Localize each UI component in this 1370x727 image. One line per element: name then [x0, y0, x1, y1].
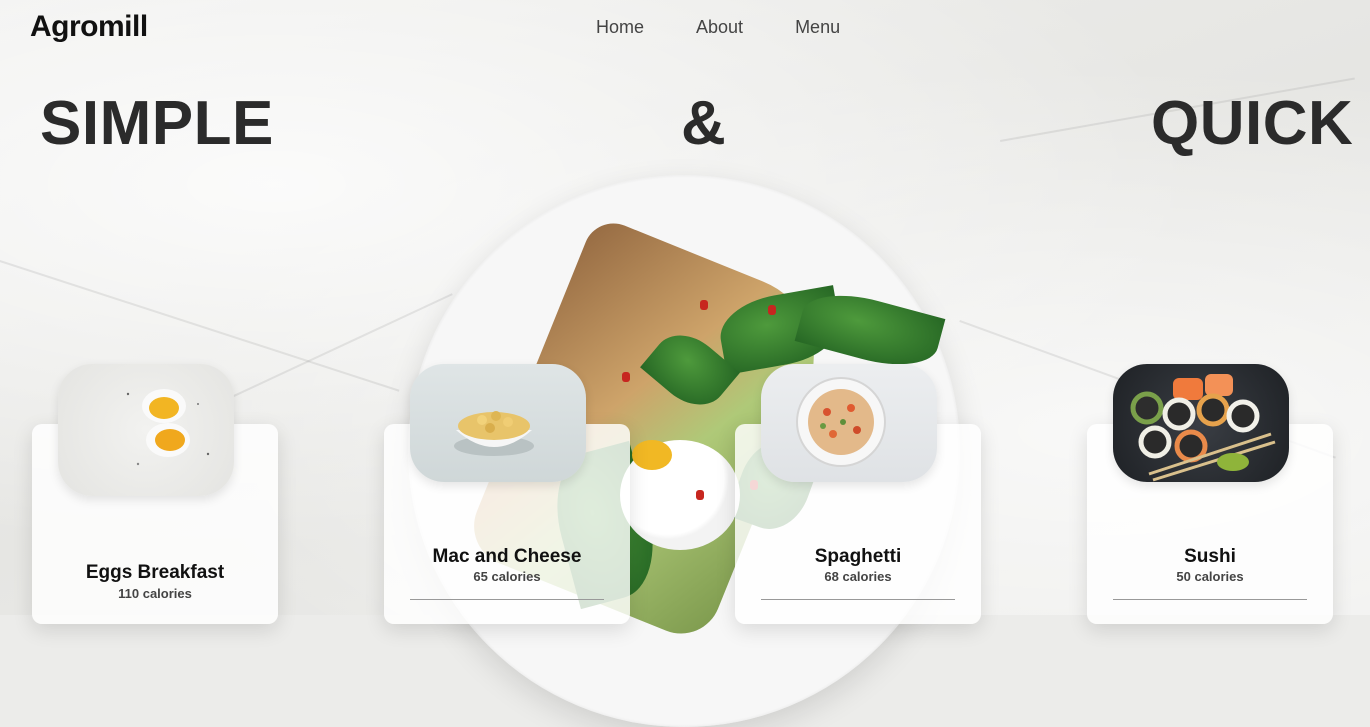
card-divider	[761, 599, 955, 600]
nav-menu[interactable]: Menu	[795, 17, 840, 38]
card-title: Spaghetti	[814, 546, 902, 567]
card-calories: 110 calories	[118, 586, 192, 601]
card-title: Mac and Cheese	[432, 546, 582, 567]
card-divider	[410, 599, 604, 600]
card-title: Sushi	[1184, 546, 1236, 567]
egg-yolk	[632, 440, 672, 470]
card-calories: 68 calories	[824, 569, 892, 584]
chili-flake	[696, 490, 704, 500]
hero-word-simple: SIMPLE	[40, 89, 274, 158]
chili-flake	[700, 300, 708, 310]
nav-home[interactable]: Home	[596, 17, 644, 38]
chili-flake	[768, 305, 776, 315]
hero-word-ampersand: &	[681, 89, 727, 158]
hero-word-quick: QUICK	[1151, 89, 1354, 158]
card-calories: 50 calories	[1176, 569, 1244, 584]
nav-about[interactable]: About	[696, 17, 743, 38]
mac-and-cheese-bowl-icon[interactable]	[410, 364, 586, 482]
card-divider	[1113, 599, 1307, 600]
sushi-rolls-icon[interactable]	[1113, 364, 1289, 482]
brand-logo[interactable]: Agromill	[30, 10, 148, 44]
chili-flake	[622, 372, 630, 382]
card-calories: 65 calories	[473, 569, 541, 584]
boiled-eggs-icon[interactable]	[58, 364, 234, 496]
card-title: Eggs Breakfast	[85, 562, 225, 583]
main-nav: Home About Menu	[596, 17, 840, 38]
spaghetti-plate-icon[interactable]	[761, 364, 937, 482]
